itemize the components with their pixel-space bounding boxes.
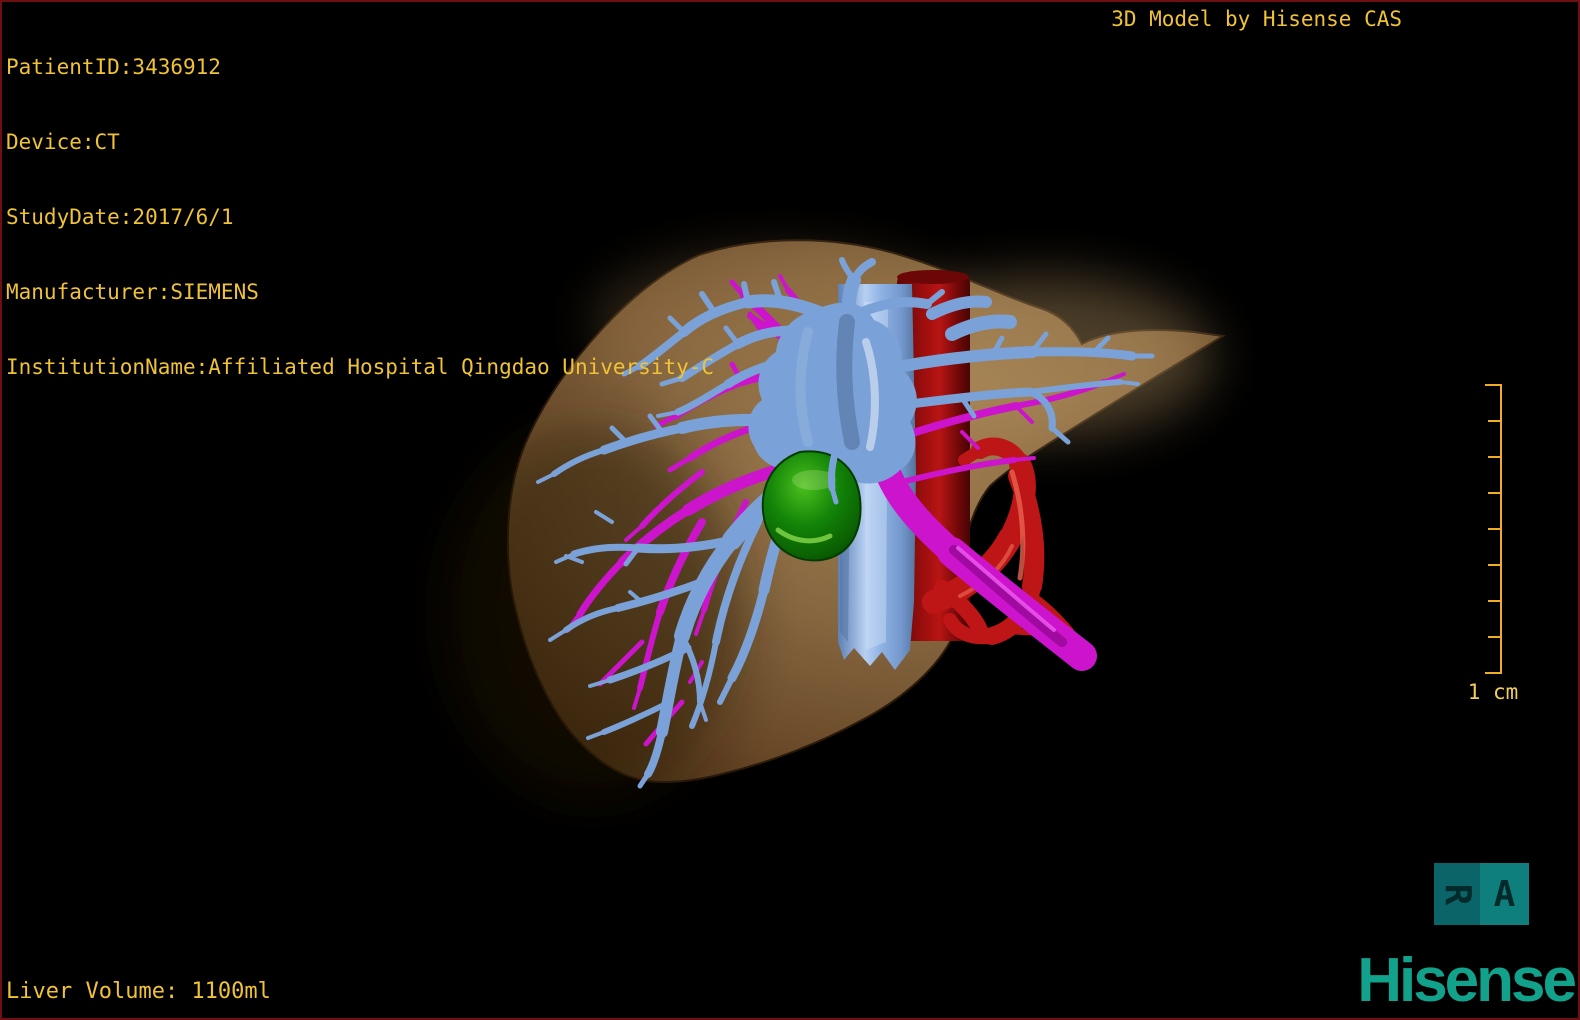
patient-id: PatientID:3436912 — [6, 55, 221, 79]
scale-tick — [1488, 600, 1502, 602]
scale-bar-label: 1 cm — [1467, 680, 1519, 704]
study-date: StudyDate:2017/6/1 — [6, 205, 234, 229]
patient-info-block: PatientID:3436912 Device:CT StudyDate:20… — [6, 5, 714, 430]
scale-tick — [1485, 672, 1502, 674]
watermark-title: 3D Model by Hisense CAS — [1111, 7, 1402, 31]
orientation-face-right[interactable]: R — [1434, 863, 1480, 925]
orientation-letter-anterior: A — [1493, 873, 1516, 915]
scale-tick — [1488, 564, 1502, 566]
scale-bar: 1 cm — [1468, 384, 1545, 704]
gallbladder-mesh — [761, 450, 862, 562]
device: Device:CT — [6, 130, 120, 154]
liver-volume-label: Liver Volume: 1100ml — [6, 979, 271, 1004]
institution-name: InstitutionName:Affiliated Hospital Qing… — [6, 355, 715, 379]
scale-tick — [1488, 492, 1502, 494]
manufacturer: Manufacturer:SIEMENS — [6, 280, 259, 304]
scale-tick — [1485, 384, 1502, 386]
scale-tick — [1488, 420, 1502, 422]
scale-tick — [1488, 528, 1502, 530]
orientation-letter-right: R — [1436, 883, 1478, 905]
application-window: PatientID:3436912 Device:CT StudyDate:20… — [0, 0, 1580, 1020]
orientation-cube[interactable]: R A — [1434, 863, 1529, 925]
scale-tick — [1488, 456, 1502, 458]
orientation-face-anterior[interactable]: A — [1480, 863, 1529, 925]
hisense-logo: Hisense — [1357, 946, 1577, 1015]
scale-tick — [1488, 636, 1502, 638]
